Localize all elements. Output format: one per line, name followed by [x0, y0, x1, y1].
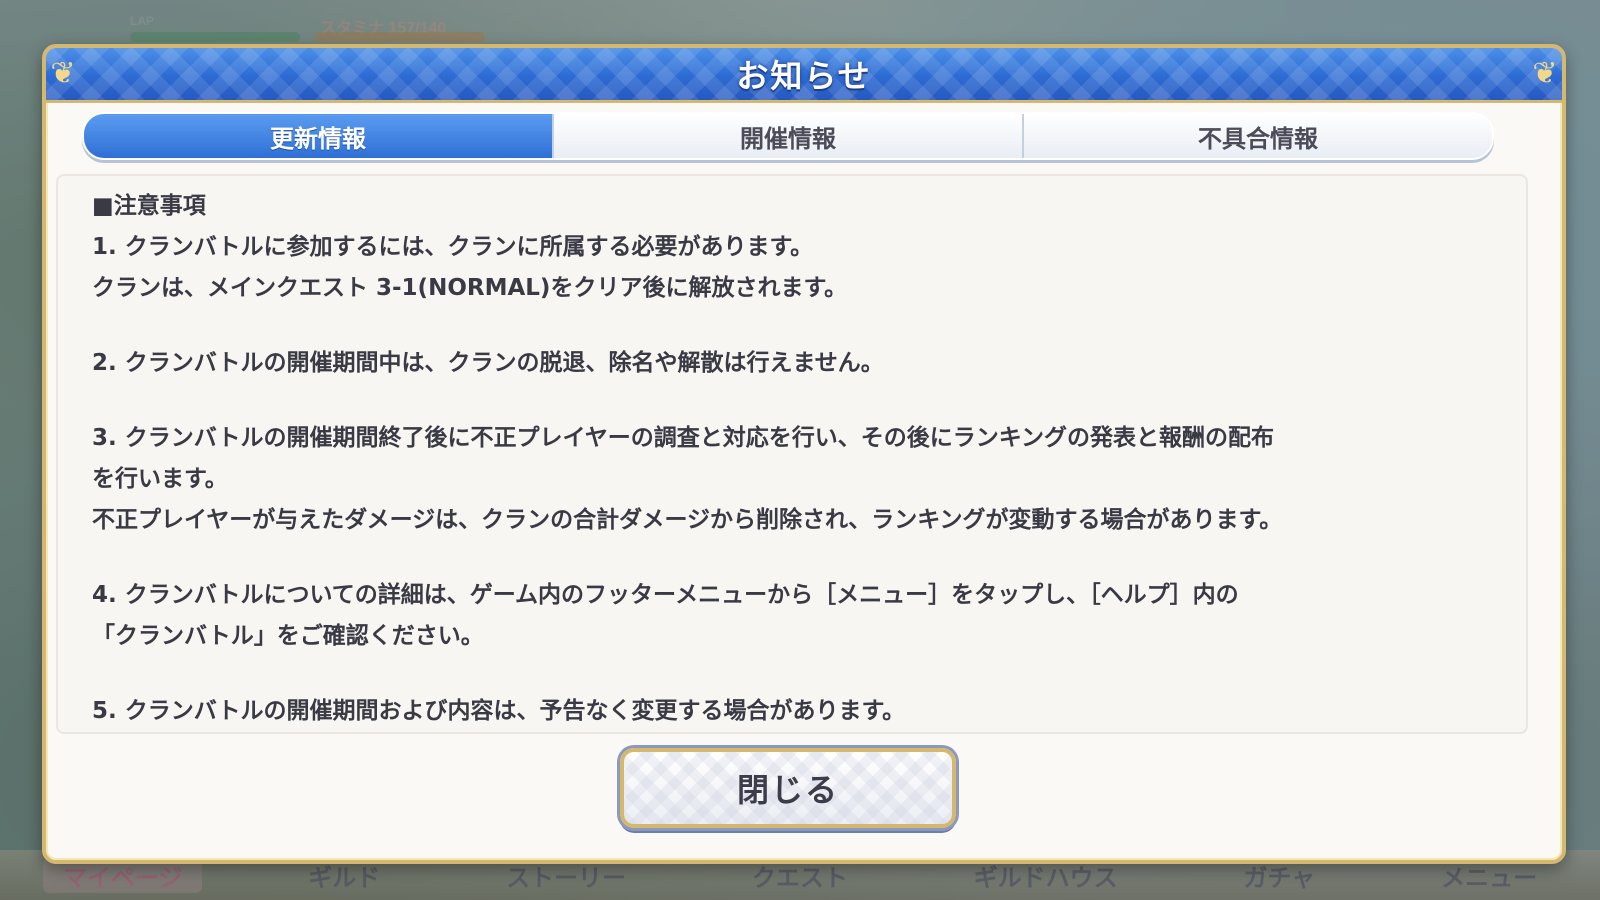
notice-line: 1. クランバトルに参加するには、クランに所属する必要があります。: [92, 234, 814, 260]
ornament-right-icon: ❦: [1532, 56, 1558, 91]
notice-line: 2. クランバトルの開催期間中は、クランの脱退、除名や解散は行えません。: [92, 350, 884, 376]
notice-line: 3. クランバトルの開催期間終了後に不正プレイヤーの調査と対応を行い、その後にラ…: [92, 425, 1275, 451]
notice-line: クランは、メインクエスト 3-1(NORMAL)をクリア後に解放されます。: [92, 275, 848, 301]
notice-spacer: [92, 541, 1512, 575]
notice-spacer: [92, 657, 1512, 691]
tab-update-info[interactable]: 更新情報: [84, 114, 554, 158]
close-button[interactable]: 閉じる: [620, 748, 956, 828]
notice-spacer: [92, 309, 1512, 343]
ornament-left-icon: ❦: [50, 56, 76, 91]
notice-heading: ■注意事項: [92, 193, 206, 219]
notice-dialog: ❦ お知らせ ❦ 更新情報 開催情報 不具合情報 ■注意事項 1. クランバトル…: [42, 44, 1566, 864]
notice-spacer: [92, 384, 1512, 418]
notice-tabs: 更新情報 開催情報 不具合情報: [82, 112, 1494, 160]
notice-line: 4. クランバトルについての詳細は、ゲーム内のフッターメニューから［メニュー］を…: [92, 582, 1239, 608]
notice-line: 不正プレイヤーが与えたダメージは、クランの合計ダメージから削除され、ランキングが…: [92, 507, 1283, 533]
dialog-header: ❦ お知らせ ❦: [46, 48, 1562, 103]
tab-bug-info[interactable]: 不具合情報: [1024, 114, 1492, 158]
close-button-label: 閉じる: [736, 771, 839, 809]
notice-body: ■注意事項 1. クランバトルに参加するには、クランに所属する必要があります。 …: [92, 186, 1512, 732]
notice-line: を行います。: [92, 466, 228, 492]
notice-line: 5. クランバトルの開催期間および内容は、予告なく変更する場合があります。: [92, 698, 906, 724]
notice-content-panel[interactable]: ■注意事項 1. クランバトルに参加するには、クランに所属する必要があります。 …: [56, 174, 1528, 734]
dialog-title: お知らせ: [736, 57, 872, 95]
tab-event-info[interactable]: 開催情報: [554, 114, 1024, 158]
notice-line: 「クランバトル」をご確認ください。: [92, 623, 484, 649]
